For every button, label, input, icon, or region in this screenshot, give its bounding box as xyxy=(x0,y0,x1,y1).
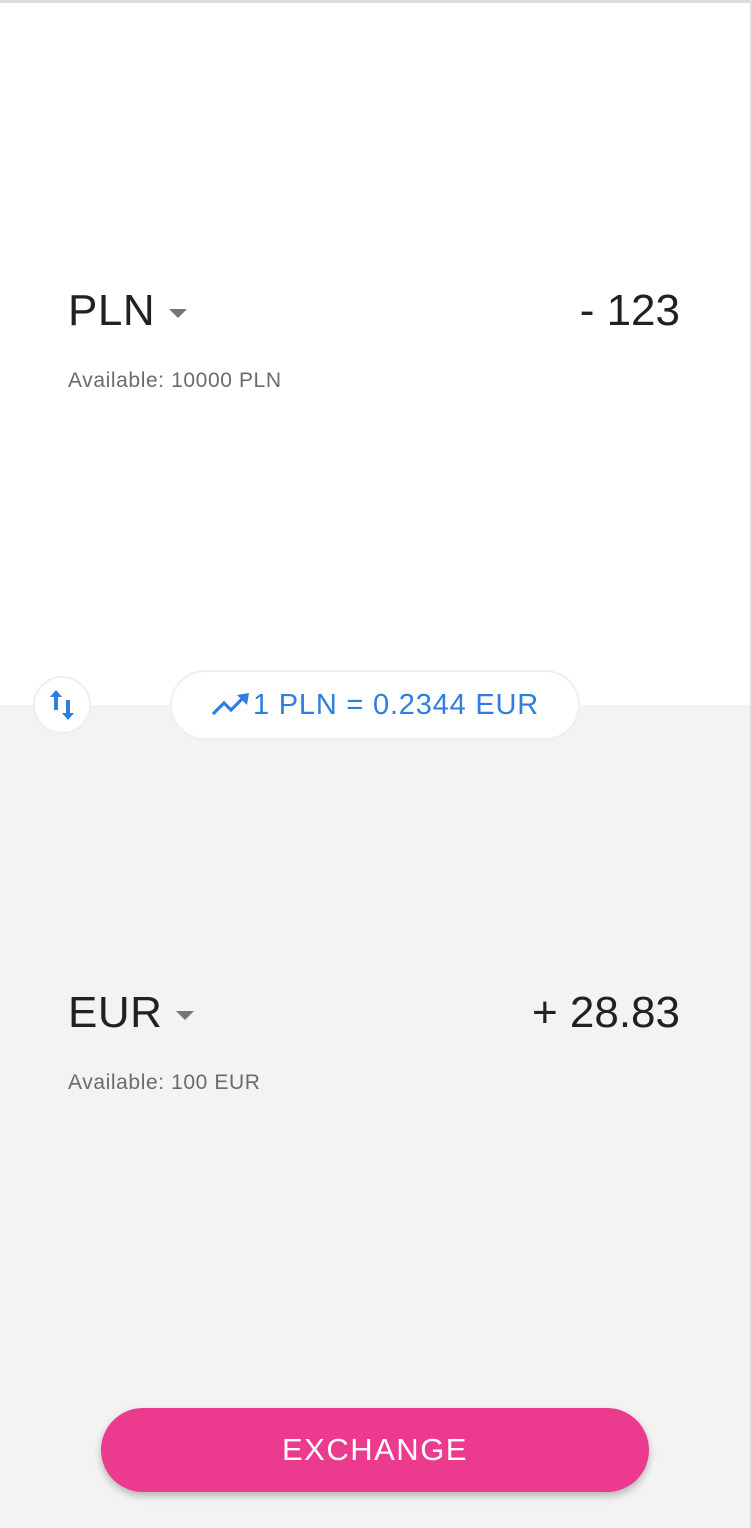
from-currency-panel: PLN Available: 10000 PLN xyxy=(0,3,750,705)
chevron-down-icon xyxy=(169,308,188,318)
to-amount-input[interactable] xyxy=(420,988,680,1038)
exchange-rate-pill[interactable]: 1 PLN = 0.2344 EUR xyxy=(170,670,580,740)
to-available-balance: Available: 100 EUR xyxy=(68,1071,261,1094)
to-currency-code: EUR xyxy=(68,988,163,1037)
from-amount-input[interactable] xyxy=(420,286,680,336)
to-currency-row: EUR xyxy=(68,988,680,1038)
exchange-screen: PLN Available: 10000 PLN EUR Available: … xyxy=(0,0,752,1528)
from-available-balance: Available: 10000 PLN xyxy=(68,369,282,392)
exchange-button[interactable]: EXCHANGE xyxy=(101,1408,649,1492)
from-currency-select[interactable]: PLN xyxy=(68,286,188,336)
from-currency-row: PLN xyxy=(68,286,680,336)
from-currency-code: PLN xyxy=(68,286,156,335)
swap-vertical-icon xyxy=(50,690,74,720)
trending-up-icon xyxy=(211,693,249,716)
chevron-down-icon xyxy=(176,1010,195,1020)
to-currency-panel: EUR Available: 100 EUR xyxy=(0,705,750,1528)
swap-currencies-button[interactable] xyxy=(33,676,91,734)
exchange-rate-text: 1 PLN = 0.2344 EUR xyxy=(252,688,540,721)
to-currency-select[interactable]: EUR xyxy=(68,988,195,1038)
